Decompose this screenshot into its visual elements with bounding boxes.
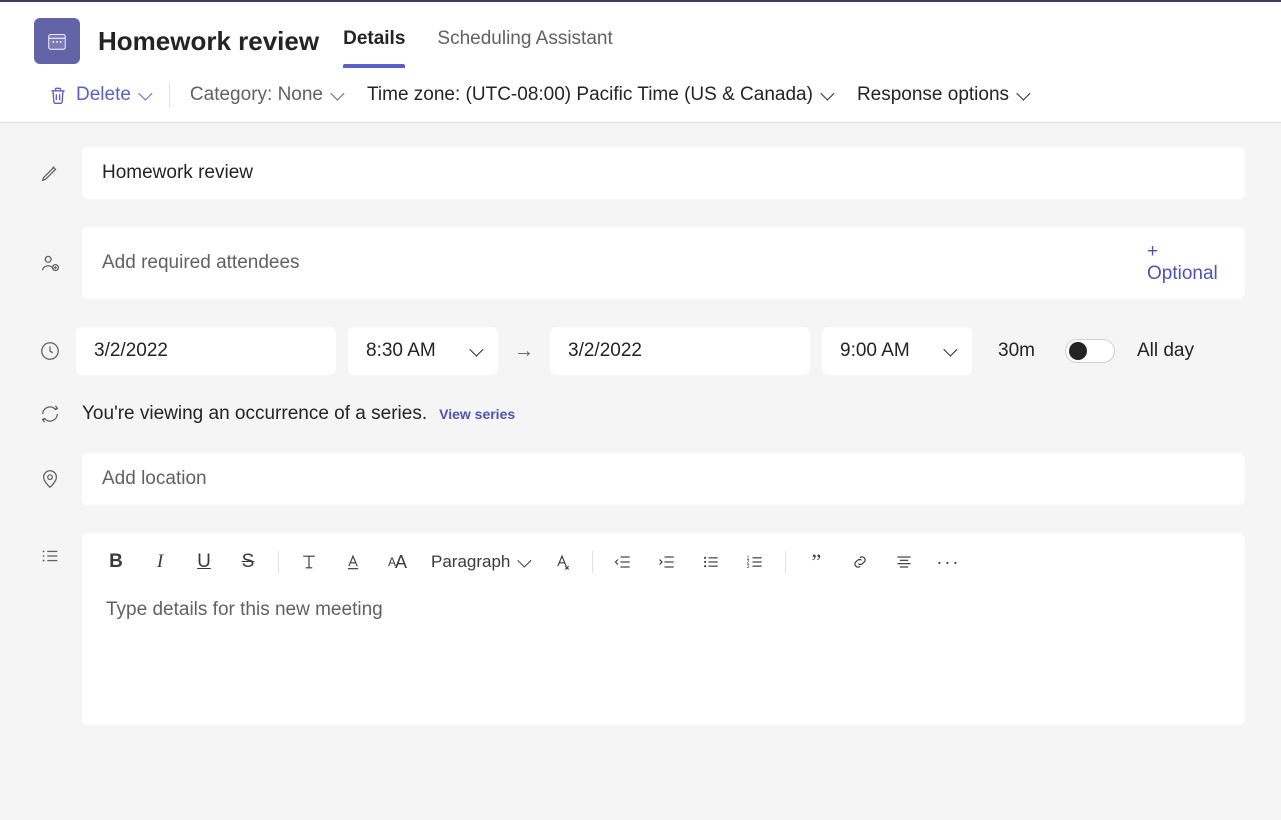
series-text: You're viewing an occurrence of a series… <box>82 403 427 425</box>
start-time-picker[interactable]: 8:30 AM <box>348 327 498 375</box>
chevron-down-icon <box>518 554 532 568</box>
location-input[interactable] <box>100 467 1227 491</box>
delete-label: Delete <box>76 84 131 106</box>
pencil-icon <box>36 162 64 184</box>
header: Homework review Details Scheduling Assis… <box>0 2 1281 68</box>
details-textarea[interactable]: Type details for this new meeting <box>82 585 1245 725</box>
end-date-picker[interactable]: 3/2/2022 <box>550 327 810 375</box>
calendar-icon <box>46 30 68 52</box>
paragraph-dropdown[interactable]: Paragraph <box>421 552 538 572</box>
bold-button[interactable]: B <box>96 543 136 581</box>
all-day-label: All day <box>1137 340 1194 362</box>
font-size-button[interactable]: AA <box>377 543 417 581</box>
chevron-down-icon <box>469 343 483 357</box>
highlight-button[interactable] <box>289 543 329 581</box>
people-add-icon <box>36 252 64 274</box>
details-row: B I U S AA Paragraph <box>36 533 1245 725</box>
details-icon <box>36 533 64 567</box>
toggle-knob <box>1069 342 1087 360</box>
link-button[interactable] <box>840 543 880 581</box>
paragraph-label: Paragraph <box>431 552 510 572</box>
location-row <box>36 453 1245 505</box>
italic-button[interactable]: I <box>140 543 180 581</box>
arrow-right-icon: → <box>510 340 538 363</box>
end-time-value: 9:00 AM <box>840 340 910 362</box>
end-time-picker[interactable]: 9:00 AM <box>822 327 972 375</box>
start-time-value: 8:30 AM <box>366 340 436 362</box>
details-editor: B I U S AA Paragraph <box>82 533 1245 725</box>
series-notice: You're viewing an occurrence of a series… <box>82 403 515 425</box>
decrease-indent-button[interactable] <box>603 543 643 581</box>
title-field[interactable] <box>82 147 1245 199</box>
page-title: Homework review <box>98 26 319 57</box>
location-icon <box>36 468 64 490</box>
toolbar: Delete Category: None Time zone: (UTC-08… <box>0 68 1281 123</box>
start-date-picker[interactable]: 3/2/2022 <box>76 327 336 375</box>
bullet-list-button[interactable] <box>691 543 731 581</box>
calendar-app-icon <box>34 18 80 64</box>
response-options-label: Response options <box>857 84 1009 106</box>
separator <box>278 551 279 573</box>
tab-details[interactable]: Details <box>341 14 407 68</box>
clear-formatting-button[interactable] <box>542 543 582 581</box>
align-button[interactable] <box>884 543 924 581</box>
delete-button[interactable]: Delete <box>48 84 149 106</box>
optional-attendees-link[interactable]: + Optional <box>1135 241 1227 285</box>
more-button[interactable]: ··· <box>928 543 968 581</box>
response-options-dropdown[interactable]: Response options <box>857 84 1027 106</box>
meeting-form: + Optional 3/2/2022 8:30 AM → 3/2/2022 9… <box>0 123 1281 725</box>
recurrence-icon <box>36 403 64 425</box>
tabs: Details Scheduling Assistant <box>341 14 615 68</box>
separator <box>169 82 170 108</box>
duration-label: 30m <box>998 340 1035 362</box>
all-day-toggle[interactable] <box>1065 339 1115 363</box>
separator <box>592 551 593 573</box>
series-row: You're viewing an occurrence of a series… <box>36 403 1245 425</box>
timezone-label: Time zone: (UTC-08:00) Pacific Time (US … <box>367 84 813 106</box>
chevron-down-icon <box>138 87 152 101</box>
separator <box>785 551 786 573</box>
clock-icon <box>36 340 64 362</box>
category-label: Category: None <box>190 84 323 106</box>
strikethrough-button[interactable]: S <box>228 543 268 581</box>
trash-icon <box>48 85 68 105</box>
attendees-row: + Optional <box>36 227 1245 299</box>
chevron-down-icon <box>330 87 344 101</box>
chevron-down-icon <box>943 343 957 357</box>
location-field[interactable] <box>82 453 1245 505</box>
datetime-row: 3/2/2022 8:30 AM → 3/2/2022 9:00 AM 30m … <box>36 327 1245 375</box>
attendees-input[interactable] <box>100 251 1135 275</box>
quote-button[interactable]: ” <box>796 543 836 581</box>
increase-indent-button[interactable] <box>647 543 687 581</box>
start-date-value: 3/2/2022 <box>94 340 168 362</box>
chevron-down-icon <box>820 87 834 101</box>
view-series-link[interactable]: View series <box>439 406 515 422</box>
attendees-field[interactable]: + Optional <box>82 227 1245 299</box>
end-date-value: 3/2/2022 <box>568 340 642 362</box>
timezone-dropdown[interactable]: Time zone: (UTC-08:00) Pacific Time (US … <box>367 84 831 106</box>
svg-text:3: 3 <box>747 564 750 570</box>
underline-button[interactable]: U <box>184 543 224 581</box>
editor-toolbar: B I U S AA Paragraph <box>82 533 1245 585</box>
category-dropdown[interactable]: Category: None <box>190 84 341 106</box>
title-row <box>36 147 1245 199</box>
chevron-down-icon <box>1016 87 1030 101</box>
tab-scheduling-assistant[interactable]: Scheduling Assistant <box>435 14 614 68</box>
numbered-list-button[interactable]: 123 <box>735 543 775 581</box>
title-input[interactable] <box>100 161 1227 185</box>
font-color-button[interactable] <box>333 543 373 581</box>
